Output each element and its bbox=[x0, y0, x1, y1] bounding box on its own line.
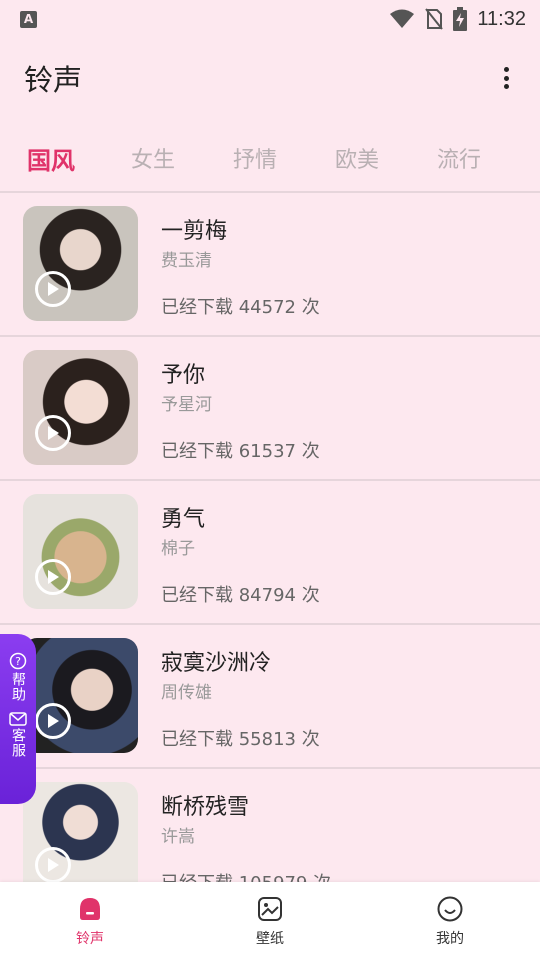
help-label: 帮助 bbox=[10, 672, 26, 702]
song-cover-image[interactable] bbox=[23, 782, 138, 897]
nav-profile[interactable]: 我的 bbox=[360, 882, 540, 960]
list-item[interactable]: 一剪梅 费玉清 已经下载 44572 次 bbox=[0, 193, 540, 337]
tab-oumei[interactable]: 欧美 bbox=[306, 142, 408, 174]
status-time: 11:32 bbox=[477, 7, 526, 30]
svg-text:?: ? bbox=[15, 655, 21, 668]
song-title: 寂寞沙洲冷 bbox=[161, 651, 272, 676]
play-icon[interactable] bbox=[35, 271, 71, 307]
more-options-icon[interactable] bbox=[496, 63, 516, 93]
category-tabs: 国风 女生 抒情 欧美 流行 bbox=[0, 130, 540, 186]
list-item[interactable]: 予你 予星河 已经下载 61537 次 bbox=[0, 337, 540, 481]
tab-shuqing[interactable]: 抒情 bbox=[204, 142, 306, 174]
song-title: 予你 bbox=[161, 363, 206, 388]
nav-wallpaper[interactable]: 壁纸 bbox=[180, 882, 360, 960]
play-icon[interactable] bbox=[35, 703, 71, 739]
download-count: 已经下载 55813 次 bbox=[161, 729, 320, 750]
nav-wallpaper-label: 壁纸 bbox=[256, 931, 284, 947]
nav-ringtone-label: 铃声 bbox=[76, 931, 104, 947]
list-item[interactable]: 寂寞沙洲冷 周传雄 已经下载 55813 次 bbox=[0, 625, 540, 769]
tab-nvsheng[interactable]: 女生 bbox=[102, 142, 204, 174]
list-item[interactable]: 勇气 棉子 已经下载 84794 次 bbox=[0, 481, 540, 625]
battery-charging-icon bbox=[453, 7, 468, 31]
song-title: 勇气 bbox=[161, 507, 206, 532]
app-header: 铃声 bbox=[0, 38, 540, 118]
app-notification-icon: A bbox=[20, 10, 37, 28]
song-cover-image[interactable] bbox=[23, 350, 138, 465]
nav-profile-label: 我的 bbox=[436, 931, 464, 947]
mail-icon bbox=[9, 712, 27, 726]
profile-icon bbox=[437, 896, 463, 922]
song-artist: 予星河 bbox=[161, 395, 212, 415]
help-button[interactable]: ? 帮助 bbox=[9, 652, 27, 702]
page-title: 铃声 bbox=[24, 63, 83, 97]
wallpaper-icon bbox=[258, 897, 282, 921]
song-cover-image[interactable] bbox=[23, 206, 138, 321]
status-bar: A 11:32 bbox=[0, 0, 540, 38]
no-sim-icon bbox=[425, 8, 444, 30]
song-title: 一剪梅 bbox=[161, 219, 228, 244]
question-icon: ? bbox=[9, 652, 27, 670]
song-title: 断桥残雪 bbox=[161, 795, 250, 820]
download-count: 已经下载 84794 次 bbox=[161, 585, 320, 606]
song-cover-image[interactable] bbox=[23, 494, 138, 609]
service-label: 客服 bbox=[10, 728, 26, 758]
song-artist: 棉子 bbox=[161, 539, 195, 559]
nav-ringtone[interactable]: 铃声 bbox=[0, 882, 180, 960]
customer-service-button[interactable]: 客服 bbox=[9, 712, 27, 758]
download-count: 已经下载 44572 次 bbox=[161, 297, 320, 318]
song-artist: 许嵩 bbox=[161, 827, 195, 847]
download-count: 已经下载 61537 次 bbox=[161, 441, 320, 462]
song-cover-image[interactable] bbox=[23, 638, 138, 753]
wifi-icon bbox=[390, 9, 415, 28]
play-icon[interactable] bbox=[35, 415, 71, 451]
song-artist: 费玉清 bbox=[161, 251, 212, 271]
ringtone-icon bbox=[80, 898, 100, 920]
floating-help-panel: ? 帮助 客服 bbox=[0, 634, 36, 804]
bottom-navigation: 铃声 壁纸 我的 bbox=[0, 882, 540, 960]
play-icon[interactable] bbox=[35, 847, 71, 883]
ringtone-list: 一剪梅 费玉清 已经下载 44572 次 予你 予星河 已经下载 61537 次… bbox=[0, 193, 540, 913]
tab-guofeng[interactable]: 国风 bbox=[0, 141, 102, 176]
tab-liuxing[interactable]: 流行 bbox=[408, 142, 510, 174]
play-icon[interactable] bbox=[35, 559, 71, 595]
song-artist: 周传雄 bbox=[161, 683, 212, 703]
